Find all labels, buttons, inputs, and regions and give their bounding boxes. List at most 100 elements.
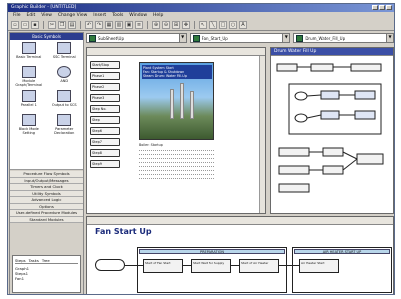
palette-item[interactable]: Parameter Declaration: [48, 114, 82, 136]
document-name: SubSheet\Up: [98, 35, 124, 41]
select-icon[interactable]: ↖: [199, 20, 207, 29]
chevron-down-icon[interactable]: ▼: [178, 34, 186, 42]
step-button[interactable]: Step: [90, 116, 120, 124]
menu-view[interactable]: View: [41, 13, 52, 18]
layout-icon[interactable]: ▣: [125, 20, 133, 29]
tab-steps[interactable]: Steps: [15, 258, 26, 263]
new-icon[interactable]: ▫: [11, 20, 19, 29]
step-box[interactable]: Start of Air Heater: [239, 259, 279, 273]
toolbar-separator: [43, 20, 44, 29]
flow-block[interactable]: [356, 153, 384, 165]
line-icon[interactable]: ╲: [209, 20, 217, 29]
palette-item-label: Basic Terminal: [16, 55, 42, 59]
undo-icon[interactable]: ↶: [85, 20, 93, 29]
step-button[interactable]: Step8: [90, 149, 120, 157]
palette-section[interactable]: User-defined Procedure Modules: [10, 210, 83, 217]
align-icon[interactable]: ≡: [135, 20, 143, 29]
pane-header: [87, 217, 393, 225]
step-button[interactable]: Phase1: [90, 72, 120, 80]
redo-icon[interactable]: ↷: [95, 20, 103, 29]
step-box[interactable]: Start of Fan Start: [143, 259, 183, 273]
step-box[interactable]: Air Heater Start: [299, 259, 339, 273]
table-icon[interactable]: ▥: [115, 20, 123, 29]
step-box[interactable]: Start Wait for Supply: [191, 259, 231, 273]
text-icon[interactable]: A: [239, 20, 247, 29]
flow-block[interactable]: [350, 63, 382, 72]
palette-item[interactable]: AND: [48, 66, 82, 88]
open-icon[interactable]: ▭: [21, 20, 29, 29]
step-button[interactable]: Phase2: [90, 83, 120, 91]
pan-icon[interactable]: ✥: [182, 20, 190, 29]
step-button[interactable]: Step No.: [90, 105, 120, 113]
paste-icon[interactable]: ▤: [68, 20, 76, 29]
zoom-out-icon[interactable]: ⊖: [162, 20, 170, 29]
ellipse-icon[interactable]: ○: [229, 20, 237, 29]
menu-change-view[interactable]: Change View: [58, 13, 87, 18]
flow-connector: [342, 151, 358, 160]
tree-item[interactable]: Fan1: [15, 276, 78, 281]
grid-icon[interactable]: ▦: [105, 20, 113, 29]
valve-symbol[interactable]: [294, 113, 308, 123]
copy-icon[interactable]: ❐: [58, 20, 66, 29]
document-select-2[interactable]: Fan_Start_Up ▼: [189, 33, 291, 43]
menu-window[interactable]: Window: [129, 13, 147, 18]
app-window: Graphic Builder - [UNTITLED] File Edit V…: [7, 3, 395, 295]
palette-item[interactable]: Parallel 1: [12, 90, 46, 112]
flow-block[interactable]: [354, 90, 376, 100]
valve-symbol[interactable]: [294, 91, 308, 101]
document-name: Drum_Water_Fill_Up: [305, 35, 346, 41]
menu-edit[interactable]: Edit: [27, 13, 36, 18]
flow-block[interactable]: [310, 63, 334, 72]
maximize-button[interactable]: [379, 5, 385, 10]
rect-icon[interactable]: □: [219, 20, 227, 29]
fit-icon[interactable]: ⊞: [172, 20, 180, 29]
flow-connector: [231, 265, 239, 266]
palette-item[interactable]: Block Mode Setting: [12, 114, 46, 136]
palette-item[interactable]: Module Graph/Terminal: [12, 66, 46, 88]
step-button[interactable]: Step9: [90, 160, 120, 168]
menu-tools[interactable]: Tools: [112, 13, 123, 18]
chevron-down-icon[interactable]: ▼: [282, 34, 290, 42]
module-icon: [21, 66, 36, 78]
text-line: Boiler: Startup: [139, 143, 163, 147]
step-button[interactable]: Start/Stop: [90, 61, 120, 69]
flow-block[interactable]: [278, 147, 310, 157]
palette-item[interactable]: SSC Terminal: [48, 42, 82, 64]
palette-item[interactable]: Output to SCS: [48, 90, 82, 112]
flow-connector: [279, 265, 299, 266]
flow-block[interactable]: [278, 165, 310, 175]
step-button[interactable]: Step6: [90, 127, 120, 135]
flow-block[interactable]: [278, 183, 310, 193]
flow-block[interactable]: [322, 165, 344, 175]
output-icon: [57, 90, 72, 102]
save-icon[interactable]: ▪: [31, 20, 39, 29]
flow-block[interactable]: [276, 63, 298, 72]
minimize-button[interactable]: [372, 5, 378, 10]
cut-icon[interactable]: ✂: [48, 20, 56, 29]
palette-section[interactable]: Standard Modules: [10, 216, 83, 223]
close-button[interactable]: [386, 5, 392, 10]
flow-block[interactable]: [354, 110, 376, 120]
tab-tree[interactable]: Tree: [42, 258, 50, 263]
vertical-scrollbar[interactable]: [259, 56, 265, 213]
palette-item-label: Block Mode Setting: [18, 127, 39, 135]
menu-help[interactable]: Help: [153, 13, 163, 18]
step-button[interactable]: Phase3: [90, 94, 120, 102]
flow-block[interactable]: [320, 110, 340, 120]
zoom-in-icon[interactable]: ⊕: [152, 20, 160, 29]
flow-block[interactable]: [320, 90, 340, 100]
menu-file[interactable]: File: [13, 13, 21, 18]
flow-block[interactable]: [322, 147, 344, 157]
palette-header[interactable]: Basic Symbols: [10, 33, 83, 40]
palette-item[interactable]: Basic Terminal: [12, 42, 46, 64]
text-placeholder-line: [139, 160, 214, 164]
document-icon: [89, 34, 96, 42]
start-terminal[interactable]: [95, 259, 125, 271]
document-select-1[interactable]: SubSheet\Up ▼: [86, 33, 187, 43]
tab-tasks[interactable]: Tasks: [29, 258, 39, 263]
step-button[interactable]: Step7: [90, 138, 120, 146]
power-plant-image: Plant System Start Fan: Startup & Shutdo…: [139, 62, 214, 140]
menu-insert[interactable]: Insert: [93, 13, 106, 18]
document-select-3[interactable]: Drum_Water_Fill_Up ▼: [293, 33, 394, 43]
chevron-down-icon[interactable]: ▼: [386, 34, 394, 42]
